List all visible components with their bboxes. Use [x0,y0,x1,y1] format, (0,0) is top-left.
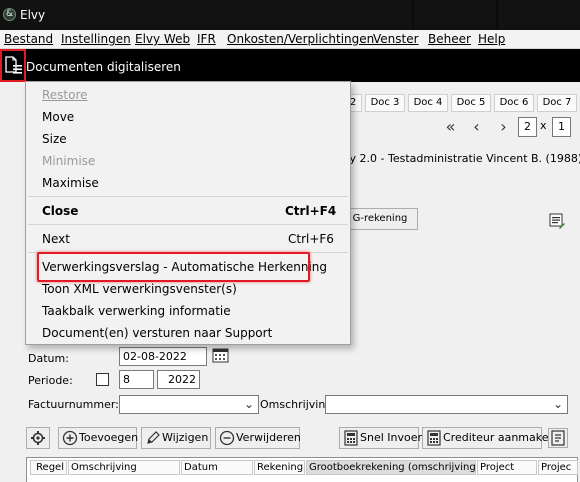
tab-doc-3[interactable]: Doc 3 [365,94,405,112]
chevron-down-icon: ⌄ [552,397,563,411]
menu-item-move[interactable]: Move [42,110,74,124]
crediteur-aanmaken-label: Crediteur aanmaken [443,431,556,444]
factuurnummer-dropdown[interactable]: ⌄ [119,395,259,414]
window-title: Elvy [20,8,46,22]
menu-item-restore: Restore [42,88,88,102]
column-grootboekrekening[interactable]: Grootboekrekening (omschrijving) [306,460,476,475]
next-shortcut: Ctrl+F6 [288,232,334,246]
snel-invoer-button[interactable]: Snel Invoer [339,427,423,449]
tab-doc-6[interactable]: Doc 6 [494,94,534,112]
notes-icon[interactable] [549,213,565,229]
menu-bestand[interactable]: Bestand [4,32,53,46]
omschrijving-dropdown[interactable]: ⌄ [325,395,568,414]
administration-name: vy 2.0 - Testadministratie Vincent B. (1… [343,152,580,165]
menu-elvy-web[interactable]: Elvy Web [135,32,190,46]
snel-invoer-label: Snel Invoer [360,431,423,444]
toevoegen-label: Toevoegen [79,431,139,444]
first-page-icon[interactable]: « [440,117,461,138]
column-regel[interactable]: Regel [30,460,67,475]
column-datum[interactable]: Datum [181,460,253,475]
page-separator: x [540,119,547,132]
periode-input[interactable]: 8 [119,370,154,389]
jaar-input[interactable]: 2022 [157,370,200,389]
crediteur-aanmaken-button[interactable]: Crediteur aanmaken [422,427,555,449]
chevron-down-icon: ⌄ [243,397,254,411]
wijzigen-button[interactable]: Wijzigen [141,427,211,449]
title-divider [412,0,414,30]
document-window-title: Documenten digitaliseren [26,60,181,74]
current-page-field[interactable]: 2 [518,117,537,137]
tab-doc-4[interactable]: Doc 4 [408,94,448,112]
elvy-logo-icon: & [3,8,16,21]
menu-ifr[interactable]: IFR [197,32,216,46]
settings-button[interactable] [26,427,50,449]
minus-circle-icon [219,430,235,446]
plus-circle-icon [62,430,78,446]
menu-item-toon-xml[interactable]: Toon XML verwerkingsvenster(s) [42,282,237,296]
calculator-icon [344,430,358,446]
menu-separator [28,224,348,225]
verwijderen-button[interactable]: Verwijderen [215,427,301,449]
periode-checkbox[interactable] [96,373,109,386]
g-rekening-button[interactable]: G-rekening [342,208,418,230]
wijzigen-label: Wijzigen [162,431,209,444]
column-project[interactable]: Project [477,460,537,475]
title-divider [496,0,498,30]
title-bar: & Elvy [0,0,580,30]
verwijderen-label: Verwijderen [236,431,301,444]
menu-venster[interactable]: Venster [373,32,419,46]
export-icon[interactable] [548,428,568,448]
annotation-highlight-box [37,252,310,282]
factuurnummer-label: Factuurnummer: [28,398,119,411]
menu-item-support[interactable]: Document(en) versturen naar Support [42,326,272,340]
calendar-icon[interactable] [212,347,229,363]
previous-page-icon[interactable]: ‹ [466,117,487,138]
menu-instellingen[interactable]: Instellingen [61,32,131,46]
ledger-icon [427,430,441,446]
menu-help[interactable]: Help [478,32,505,46]
gear-icon [31,431,45,445]
column-projec[interactable]: Projec [538,460,578,475]
close-shortcut: Ctrl+F4 [285,204,337,218]
pencil-icon [147,431,160,444]
document-window-bar: Documenten digitaliseren [0,49,580,82]
menu-beheer[interactable]: Beheer [428,32,471,46]
menu-item-minimise: Minimise [42,154,96,168]
datum-input[interactable]: 02-08-2022 [119,347,207,366]
menu-item-next[interactable]: Next [42,232,70,246]
annotation-highlight-box [0,49,26,82]
periode-label: Periode: [28,374,73,387]
toevoegen-button[interactable]: Toevoegen [58,427,139,449]
menu-bar: Bestand Instellingen Elvy Web IFR Onkost… [0,30,580,49]
menu-item-close[interactable]: Close [42,204,78,218]
menu-onkosten[interactable]: Onkosten/Verplichtingen [227,32,374,46]
menu-item-size[interactable]: Size [42,132,67,146]
tab-doc-7[interactable]: Doc 7 [537,94,577,112]
tab-doc-5[interactable]: Doc 5 [451,94,491,112]
next-page-icon[interactable]: › [493,117,514,138]
lines-grid: Regel Omschrijving Datum Rekening Grootb… [26,457,578,482]
menu-item-taakbalk[interactable]: Taakbalk verwerking informatie [42,304,231,318]
column-rekening[interactable]: Rekening [254,460,305,475]
total-pages-field: 1 [552,117,571,137]
system-menu: Restore Move Size Minimise Maximise Clos… [25,81,351,345]
datum-label: Datum: [28,352,69,365]
menu-separator [28,196,348,197]
menu-item-maximise[interactable]: Maximise [42,176,99,190]
column-omschrijving[interactable]: Omschrijving [68,460,180,475]
